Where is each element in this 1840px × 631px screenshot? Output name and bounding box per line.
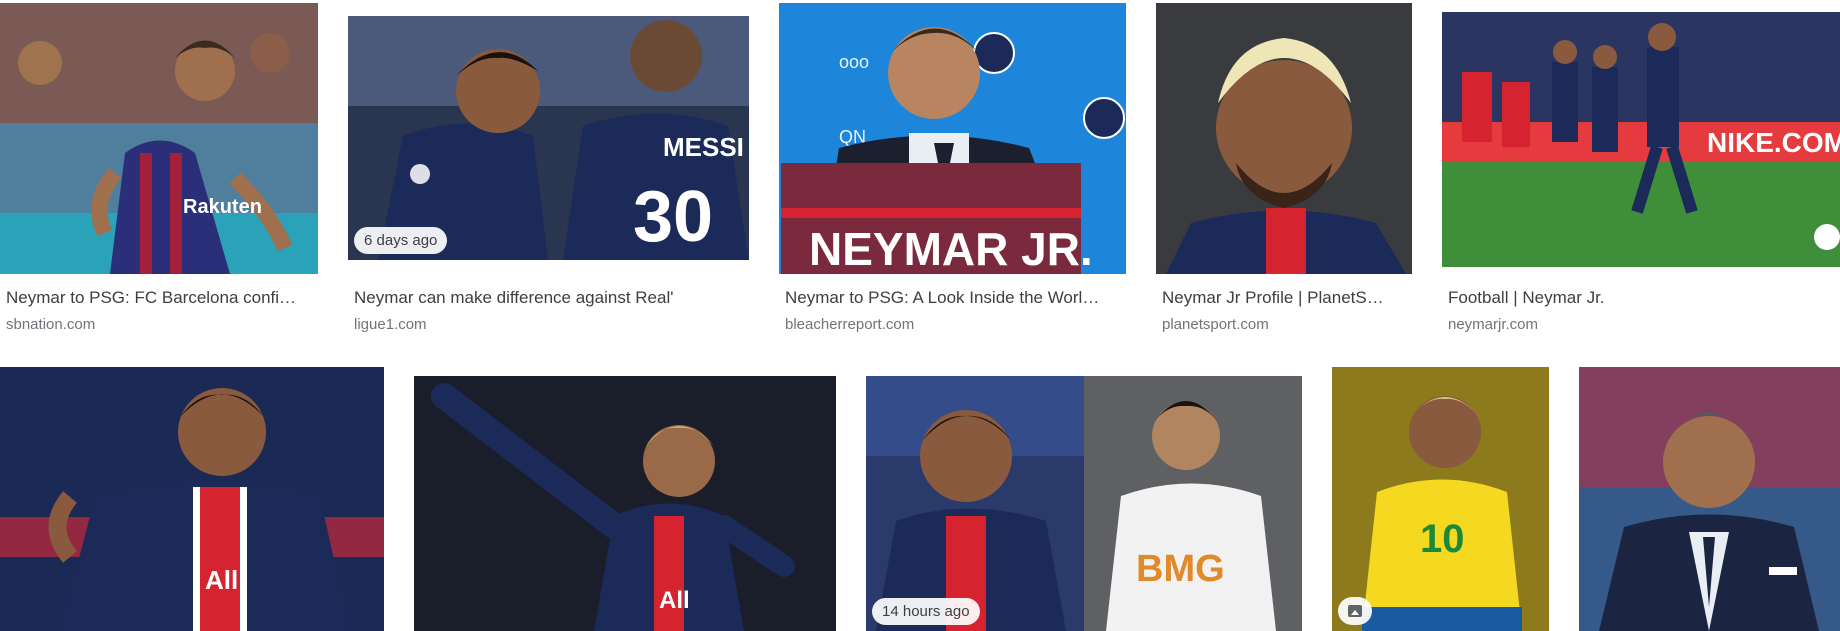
- shirt-name-text: NEYMAR JR.: [809, 223, 1093, 274]
- result-thumbnail[interactable]: All: [0, 367, 384, 631]
- brazil-number-text: 10: [1420, 517, 1465, 561]
- messi-back-text: MESSI: [663, 132, 744, 162]
- image-result-4[interactable]: Neymar Jr Profile | PlanetS… planetsport…: [1156, 0, 1412, 340]
- result-thumbnail[interactable]: All: [414, 376, 836, 631]
- image-icon: [1338, 597, 1372, 625]
- image-result-6[interactable]: All: [0, 367, 384, 631]
- image-result-2[interactable]: MESSI 30 6 days ago Neymar can make diff…: [348, 0, 749, 340]
- result-source[interactable]: ligue1.com: [354, 316, 427, 333]
- result-caption[interactable]: Neymar to PSG: A Look Inside the Worl…: [785, 288, 1122, 308]
- rakuten-text: Rakuten: [183, 196, 262, 218]
- result-source[interactable]: neymarjr.com: [1448, 316, 1538, 333]
- result-source[interactable]: sbnation.com: [6, 316, 95, 333]
- result-thumbnail[interactable]: [1579, 367, 1840, 631]
- result-thumbnail[interactable]: MESSI 30 6 days ago: [348, 16, 749, 260]
- image-result-9[interactable]: 10: [1332, 367, 1549, 631]
- accor-text-1: All: [205, 565, 238, 595]
- time-badge: 6 days ago: [354, 227, 448, 254]
- santos-sponsor-text: BMG: [1136, 548, 1225, 590]
- result-thumbnail[interactable]: 10: [1332, 367, 1549, 631]
- result-caption[interactable]: Neymar can make difference against Real': [354, 288, 745, 308]
- image-result-3[interactable]: ooo QN NEYMAR JR. Neymar to PSG: A Look …: [779, 0, 1126, 340]
- svg-text:ooo: ooo: [839, 52, 869, 72]
- result-source[interactable]: bleacherreport.com: [785, 316, 914, 333]
- result-caption[interactable]: Neymar to PSG: FC Barcelona confi…: [6, 288, 314, 308]
- result-caption[interactable]: Neymar Jr Profile | PlanetS…: [1162, 288, 1408, 308]
- image-result-7[interactable]: All: [414, 376, 836, 631]
- result-thumbnail[interactable]: BMG 14 hours ago: [866, 376, 1302, 631]
- result-caption[interactable]: Football | Neymar Jr.: [1448, 288, 1836, 308]
- accor-text-2: All: [659, 587, 690, 614]
- image-result-1[interactable]: Rakuten Neymar to PSG: FC Barcelona conf…: [0, 0, 318, 333]
- result-source[interactable]: planetsport.com: [1162, 316, 1269, 333]
- image-result-8[interactable]: BMG 14 hours ago: [866, 376, 1302, 631]
- result-thumbnail[interactable]: Rakuten: [0, 3, 318, 274]
- result-thumbnail[interactable]: [1156, 3, 1412, 274]
- nike-board-text: NIKE.COM: [1707, 127, 1840, 158]
- result-thumbnail[interactable]: ooo QN NEYMAR JR.: [779, 3, 1126, 274]
- image-result-10[interactable]: [1579, 367, 1840, 631]
- time-badge: 14 hours ago: [872, 598, 980, 625]
- image-result-5[interactable]: NIKE.COM Football | Neymar Jr. neymarjr.…: [1442, 0, 1840, 340]
- messi-number-text: 30: [633, 177, 713, 257]
- image-icon-glyph: [1348, 605, 1362, 617]
- result-thumbnail[interactable]: NIKE.COM: [1442, 12, 1840, 267]
